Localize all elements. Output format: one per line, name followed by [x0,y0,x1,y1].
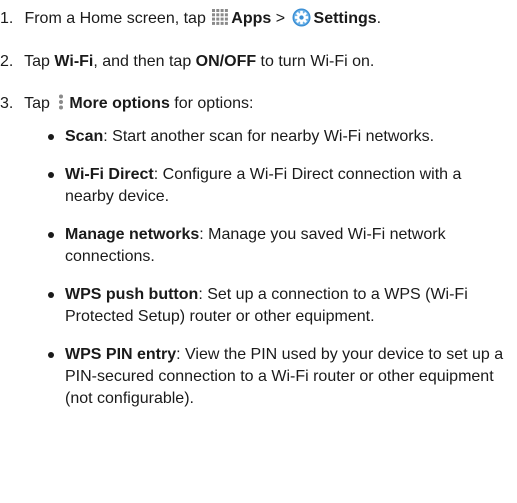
settings-label: Settings [313,10,377,27]
more-options-icon [59,94,64,110]
list-item: Scan: Start another scan for nearby Wi-F… [48,126,514,148]
bullet-dot [48,292,54,298]
step-number: 2. [0,53,14,70]
list-item: Manage networks: Manage you saved Wi-Fi … [48,224,514,268]
on-off-label: ON/OFF [195,53,257,70]
step-text-end: to turn Wi-Fi on. [256,53,375,70]
list-item: Wi-Fi Direct: Configure a Wi-Fi Direct c… [48,164,514,208]
wifi-label: Wi-Fi [54,53,94,70]
bullet-dot [48,352,54,358]
bullet-dot [48,172,54,178]
option-term: WPS push button [65,286,199,303]
step-text-mid: , and then tap [93,53,196,70]
separator: > [271,10,290,27]
option-term: Scan [65,128,104,145]
settings-gear-icon [292,8,311,27]
apps-grid-icon [212,9,229,25]
option-term: Manage networks [65,226,200,243]
step-text: Tap [24,53,55,70]
step-2: 2. Tap Wi-Fi, and then tap ON/OFF to tur… [0,51,374,72]
option-term: WPS PIN entry [65,346,177,363]
option-description: : Start another scan for nearby Wi-Fi ne… [103,128,435,145]
apps-label: Apps [231,10,272,27]
step-number: 1. [0,10,14,27]
step-1: 1. From a Home screen, tap Apps > Settin… [0,8,381,29]
options-list: Scan: Start another scan for nearby Wi-F… [48,126,514,426]
step-text-end: for options: [169,95,254,112]
bullet-dot [48,134,54,140]
list-item: WPS PIN entry: View the PIN used by your… [48,344,514,410]
bullet-dot [48,232,54,238]
step-text: Tap [24,95,55,112]
list-item: WPS push button: Set up a connection to … [48,284,514,328]
step-text: From a Home screen, tap [24,10,211,27]
step-number: 3. [0,95,14,112]
option-term: Wi-Fi Direct [65,166,154,183]
more-options-label: More options [69,95,170,112]
step-text-end: . [376,10,382,27]
step-3: 3. Tap More options for options: [0,93,253,114]
instructions-document: 1. From a Home screen, tap Apps > Settin… [0,0,517,503]
